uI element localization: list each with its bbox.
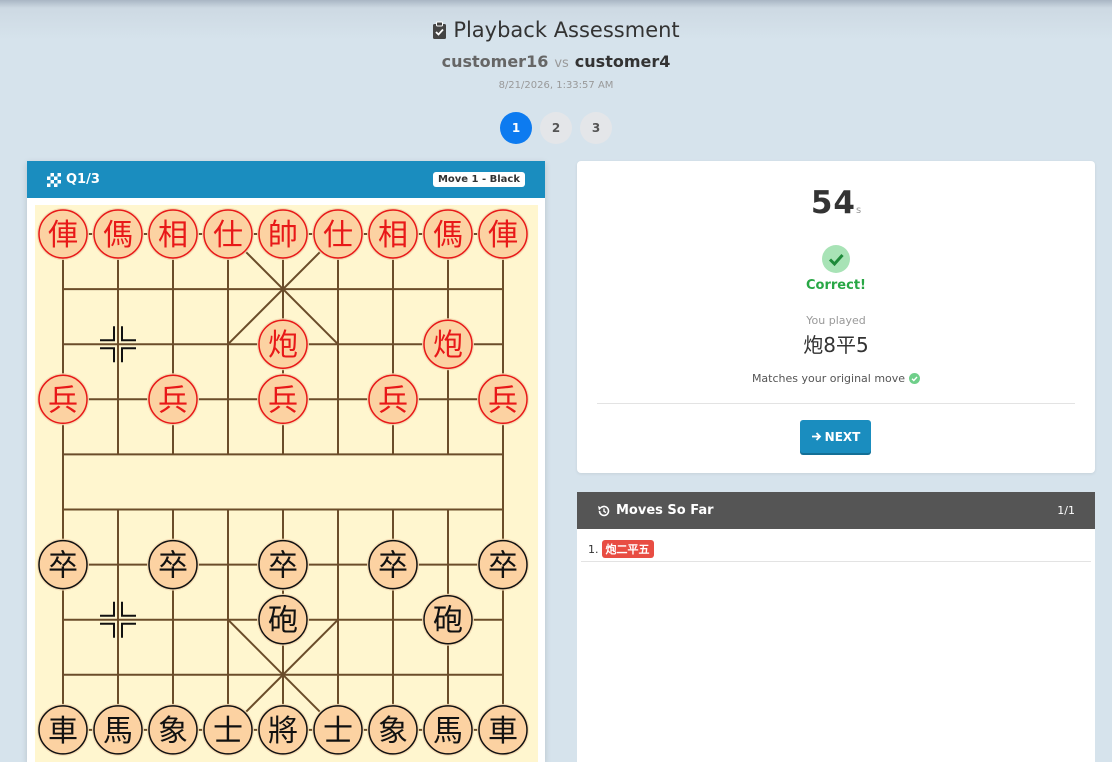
black-piece-label: 象 bbox=[378, 714, 408, 749]
position-marker bbox=[121, 601, 136, 617]
arrow-right-icon bbox=[811, 432, 821, 441]
timer-value: 54 bbox=[810, 185, 856, 221]
question-pager: 1 2 3 bbox=[0, 112, 1112, 144]
red-piece-label: 相 bbox=[378, 218, 408, 253]
move-number: 1. bbox=[588, 542, 599, 556]
played-label: You played bbox=[806, 314, 866, 327]
position-marker bbox=[121, 326, 136, 342]
black-piece-label: 士 bbox=[213, 714, 243, 749]
player2-name: customer4 bbox=[574, 52, 671, 71]
page-button-3[interactable]: 3 bbox=[580, 112, 612, 144]
moves-card: Moves So Far 1/1 1. 炮二平五 bbox=[577, 492, 1095, 762]
timer-unit: s bbox=[855, 205, 862, 216]
moves-header: Moves So Far 1/1 bbox=[577, 492, 1095, 529]
question-number: Q1/3 bbox=[66, 172, 100, 187]
moves-count: 1/1 bbox=[1057, 504, 1075, 517]
red-piece-label: 兵 bbox=[268, 383, 298, 418]
black-piece-label: 車 bbox=[488, 714, 518, 749]
red-piece-label: 兵 bbox=[48, 383, 78, 418]
red-piece-label: 炮 bbox=[268, 328, 298, 363]
black-piece-label: 馬 bbox=[433, 714, 463, 749]
black-piece-label: 卒 bbox=[158, 549, 188, 584]
red-piece-label: 傌 bbox=[433, 218, 463, 253]
board-header: Q1/3 Move 1 - Black bbox=[27, 161, 545, 198]
position-marker bbox=[100, 326, 115, 342]
moves-title: Moves So Far bbox=[597, 503, 714, 518]
page-button-1[interactable]: 1 bbox=[500, 112, 532, 144]
result-status: Correct! bbox=[806, 278, 866, 293]
timer: 54s bbox=[577, 185, 1095, 221]
board-canvas[interactable]: 俥傌相仕帥仕相傌俥炮 炮兵兵兵兵兵卒卒卒卒卒砲 砲車馬象士將士象馬車 bbox=[35, 205, 538, 762]
divider bbox=[597, 403, 1075, 404]
red-piece-label: 傌 bbox=[103, 218, 133, 253]
red-piece-label: 相 bbox=[158, 218, 188, 253]
black-piece-label: 馬 bbox=[103, 714, 133, 749]
next-button[interactable]: NEXT bbox=[800, 420, 871, 453]
position-marker bbox=[121, 622, 136, 638]
page-title: Playback Assessment bbox=[0, 18, 1112, 42]
red-piece-label: 仕 bbox=[213, 218, 243, 253]
list-item[interactable]: 1. 炮二平五 bbox=[581, 537, 1091, 562]
history-icon bbox=[598, 505, 610, 516]
red-piece-label: 帥 bbox=[268, 218, 298, 253]
red-piece-label: 俥 bbox=[488, 218, 518, 253]
red-piece-label: 仕 bbox=[323, 218, 353, 253]
result-card: 54s Correct! You played 炮8平5 Matches you… bbox=[577, 161, 1095, 473]
position-marker bbox=[121, 347, 136, 363]
black-piece-label: 卒 bbox=[268, 549, 298, 584]
black-piece-label: 卒 bbox=[488, 549, 518, 584]
match-text: Matches your original move bbox=[751, 372, 906, 385]
vs-label: vs bbox=[554, 56, 569, 71]
page-button-2[interactable]: 2 bbox=[540, 112, 572, 144]
move-badge: Move 1 - Black bbox=[432, 172, 525, 187]
title-text: Playback Assessment bbox=[453, 18, 680, 42]
players: customer16 vs customer4 bbox=[0, 52, 1112, 71]
move-tag: 炮二平五 bbox=[601, 540, 654, 558]
black-piece-label: 車 bbox=[48, 714, 78, 749]
black-piece-label: 卒 bbox=[48, 549, 78, 584]
next-label: NEXT bbox=[824, 429, 861, 444]
black-piece-label: 士 bbox=[323, 714, 353, 749]
moves-title-text: Moves So Far bbox=[616, 503, 714, 518]
position-marker bbox=[100, 622, 115, 638]
black-piece-label: 砲 bbox=[433, 604, 463, 639]
position-marker bbox=[100, 601, 115, 617]
played-move: 炮8平5 bbox=[803, 333, 869, 357]
correct-check-icon bbox=[822, 245, 850, 273]
player1-name: customer16 bbox=[441, 52, 549, 71]
xiangqi-board[interactable]: 俥傌相仕帥仕相傌俥炮炮兵兵兵兵兵卒卒卒卒卒砲砲車馬象士將士象馬車 bbox=[35, 205, 538, 762]
clipboard-check-icon bbox=[433, 21, 447, 39]
checkerboard-icon bbox=[47, 172, 61, 187]
timestamp: 8/21/2026, 1:33:57 AM bbox=[498, 80, 614, 91]
black-piece-label: 卒 bbox=[378, 549, 408, 584]
red-piece-label: 兵 bbox=[488, 383, 518, 418]
red-piece-label: 兵 bbox=[158, 383, 188, 418]
black-piece-label: 象 bbox=[158, 714, 188, 749]
black-piece-label: 將 bbox=[268, 714, 298, 749]
position-marker bbox=[100, 347, 115, 363]
match-note: Matches your original move bbox=[577, 372, 1095, 385]
question-label: Q1/3 bbox=[47, 172, 100, 187]
red-piece-label: 炮 bbox=[433, 328, 463, 363]
black-piece-label: 砲 bbox=[268, 604, 298, 639]
red-piece-label: 俥 bbox=[48, 218, 78, 253]
match-check-icon bbox=[909, 373, 921, 384]
red-piece-label: 兵 bbox=[378, 383, 408, 418]
board-card: Q1/3 Move 1 - Black 俥傌相仕帥仕相傌俥炮炮兵兵兵兵兵卒卒卒卒… bbox=[27, 161, 545, 762]
